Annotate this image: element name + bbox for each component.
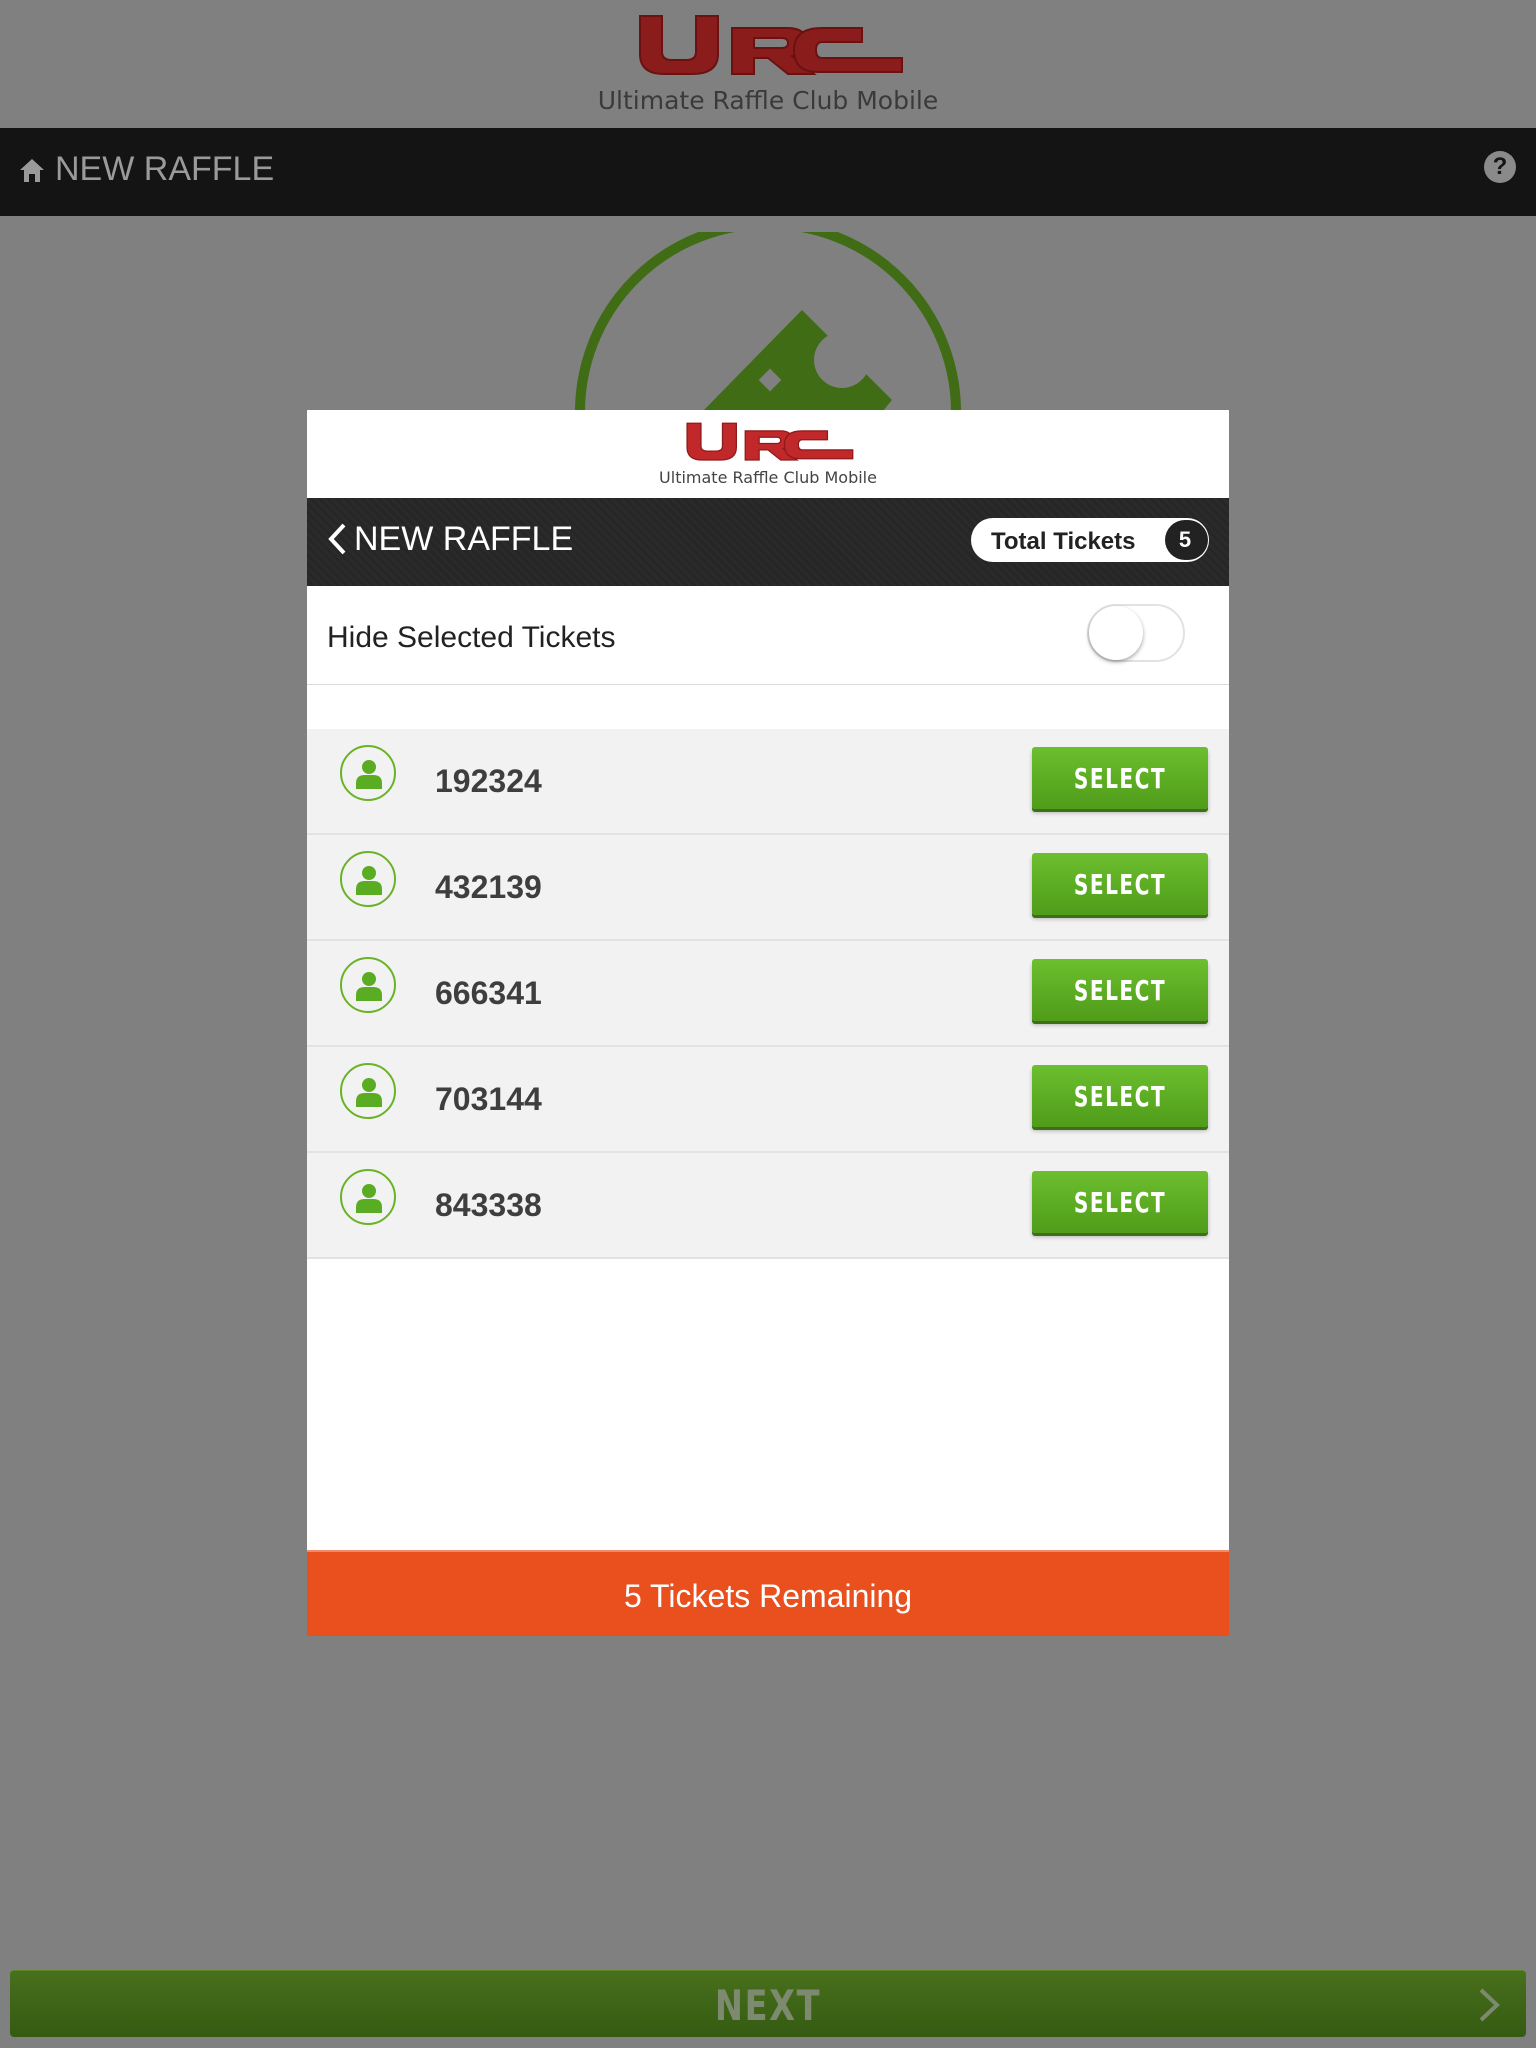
select-ticket-button[interactable]: SELECT (1032, 959, 1208, 1021)
select-label: SELECT (1073, 1185, 1167, 1219)
ticket-row: 666341 SELECT (307, 941, 1229, 1047)
select-ticket-button[interactable]: SELECT (1032, 1171, 1208, 1233)
total-tickets-label: Total Tickets (991, 528, 1136, 555)
app-header: Ultimate Raffle Club Mobile (0, 0, 1536, 128)
user-icon (340, 1169, 396, 1225)
app-tagline: Ultimate Raffle Club Mobile (597, 86, 939, 115)
total-tickets-badge: Total Tickets 5 (971, 518, 1209, 562)
user-icon (340, 851, 396, 907)
ticket-number: 432139 (435, 869, 542, 905)
total-tickets-count: 5 (1165, 520, 1205, 560)
tickets-remaining-label: 5 Tickets Remaining (623, 1578, 913, 1614)
ticket-list: 192324 SELECT 432139 SELECT 666341 SELEC… (307, 729, 1229, 1259)
tickets-remaining-bar: 5 Tickets Remaining (307, 1550, 1229, 1636)
select-label: SELECT (1073, 761, 1167, 795)
ticket-row: 703144 SELECT (307, 1047, 1229, 1153)
ticket-number: 843338 (435, 1187, 542, 1223)
user-icon (340, 957, 396, 1013)
modal-tagline: Ultimate Raffle Club Mobile (659, 468, 877, 487)
next-label: NEXT (714, 1981, 822, 2030)
urc-logo (686, 422, 854, 461)
select-label: SELECT (1073, 1079, 1167, 1113)
modal-header: Ultimate Raffle Club Mobile (307, 410, 1229, 498)
ticket-row: 843338 SELECT (307, 1153, 1229, 1259)
select-ticket-button[interactable]: SELECT (1032, 853, 1208, 915)
select-label: SELECT (1073, 867, 1167, 901)
chevron-left-icon[interactable] (327, 522, 347, 556)
home-icon[interactable] (18, 156, 46, 184)
ticket-number: 192324 (435, 763, 542, 799)
toggle-knob (1089, 606, 1143, 660)
ticket-number: 666341 (435, 975, 542, 1011)
chevron-right-icon (1479, 1988, 1500, 2022)
select-label: SELECT (1073, 973, 1167, 1007)
urc-logo (639, 15, 903, 75)
background-nav-bar: NEW RAFFLE (0, 128, 1536, 216)
modal-nav-bar: NEW RAFFLE Total Tickets 5 (307, 498, 1229, 586)
ticket-select-modal: Ultimate Raffle Club Mobile NEW RAFFLE T… (307, 410, 1229, 1636)
hide-selected-label: Hide Selected Tickets (327, 621, 616, 654)
ticket-row: 192324 SELECT (307, 729, 1229, 835)
background-nav-title: NEW RAFFLE (55, 150, 275, 188)
modal-nav-title[interactable]: NEW RAFFLE (354, 520, 573, 559)
hide-selected-toggle[interactable] (1087, 604, 1185, 662)
user-icon (340, 1063, 396, 1119)
ticket-number: 703144 (435, 1081, 542, 1117)
help-icon[interactable]: ? (1484, 151, 1516, 183)
ticket-icon (575, 232, 961, 412)
user-icon (340, 745, 396, 801)
select-ticket-button[interactable]: SELECT (1032, 1065, 1208, 1127)
select-ticket-button[interactable]: SELECT (1032, 747, 1208, 809)
ticket-row: 432139 SELECT (307, 835, 1229, 941)
next-button[interactable]: NEXT (10, 1970, 1526, 2037)
hide-selected-row: Hide Selected Tickets (307, 586, 1229, 685)
